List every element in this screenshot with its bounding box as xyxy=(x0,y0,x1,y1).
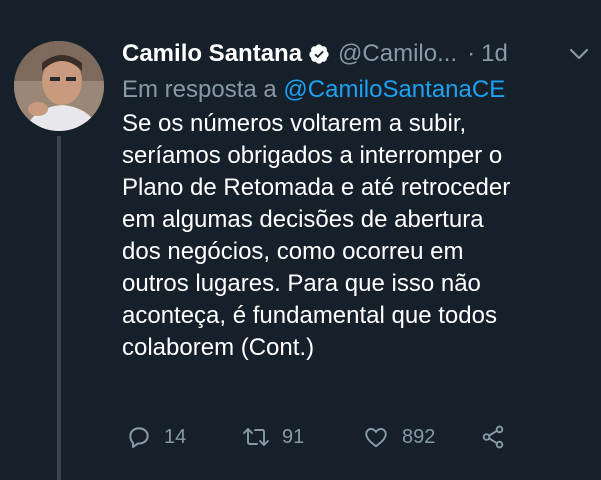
chevron-down-icon[interactable] xyxy=(566,44,592,64)
author-name[interactable]: Camilo Santana xyxy=(122,40,302,68)
tweet-actions: 14 91 892 xyxy=(126,424,526,454)
tweet-text-line: colaborem (Cont.) xyxy=(122,334,315,361)
tweet-header: Camilo Santana @Camilo... · 1d xyxy=(122,38,592,70)
tweet[interactable]: Camilo Santana @Camilo... · 1d Em respos… xyxy=(0,0,601,480)
avatar-column xyxy=(14,41,104,131)
tweet-text-line: dos negócios, como ocorreu em xyxy=(122,238,464,265)
tweet-text-line: outros lugares. Para que isso não xyxy=(122,270,481,297)
reply-mention-link[interactable]: @CamiloSantanaCE xyxy=(283,76,505,103)
share-button[interactable] xyxy=(480,424,506,450)
retweet-icon xyxy=(242,424,270,450)
share-icon xyxy=(480,424,506,450)
tweet-text: Se os números voltarem a subir, seríamos… xyxy=(122,108,582,364)
reply-button[interactable]: 14 xyxy=(126,424,186,450)
reply-prefix: Em resposta a xyxy=(122,76,277,103)
reply-context: Em resposta a @CamiloSantanaCE xyxy=(122,76,592,104)
tweet-text-line: em algumas decisões de abertura xyxy=(122,206,484,233)
reply-count: 14 xyxy=(164,425,187,448)
tweet-timestamp[interactable]: 1d xyxy=(481,40,508,68)
like-button[interactable]: 892 xyxy=(362,424,435,450)
avatar[interactable] xyxy=(14,41,104,131)
thread-line xyxy=(57,136,61,480)
tweet-text-line: Plano de Retomada e até retroceder xyxy=(122,174,511,201)
avatar-photo xyxy=(14,41,104,131)
reply-icon xyxy=(126,424,152,450)
retweet-count: 91 xyxy=(282,425,305,448)
like-count: 892 xyxy=(402,425,436,448)
author-handle[interactable]: @Camilo... xyxy=(338,40,457,68)
tweet-text-line: Se os números voltarem a subir, xyxy=(122,110,467,137)
tweet-text-line: aconteça, é fundamental que todos xyxy=(122,302,497,329)
heart-icon xyxy=(362,424,390,450)
verified-badge-icon xyxy=(308,43,330,65)
retweet-button[interactable]: 91 xyxy=(242,424,304,450)
tweet-content: Camilo Santana @Camilo... · 1d Em respos… xyxy=(122,38,592,364)
tweet-text-line: seríamos obrigados a interromper o xyxy=(122,142,503,169)
separator-dot: · xyxy=(467,40,476,67)
